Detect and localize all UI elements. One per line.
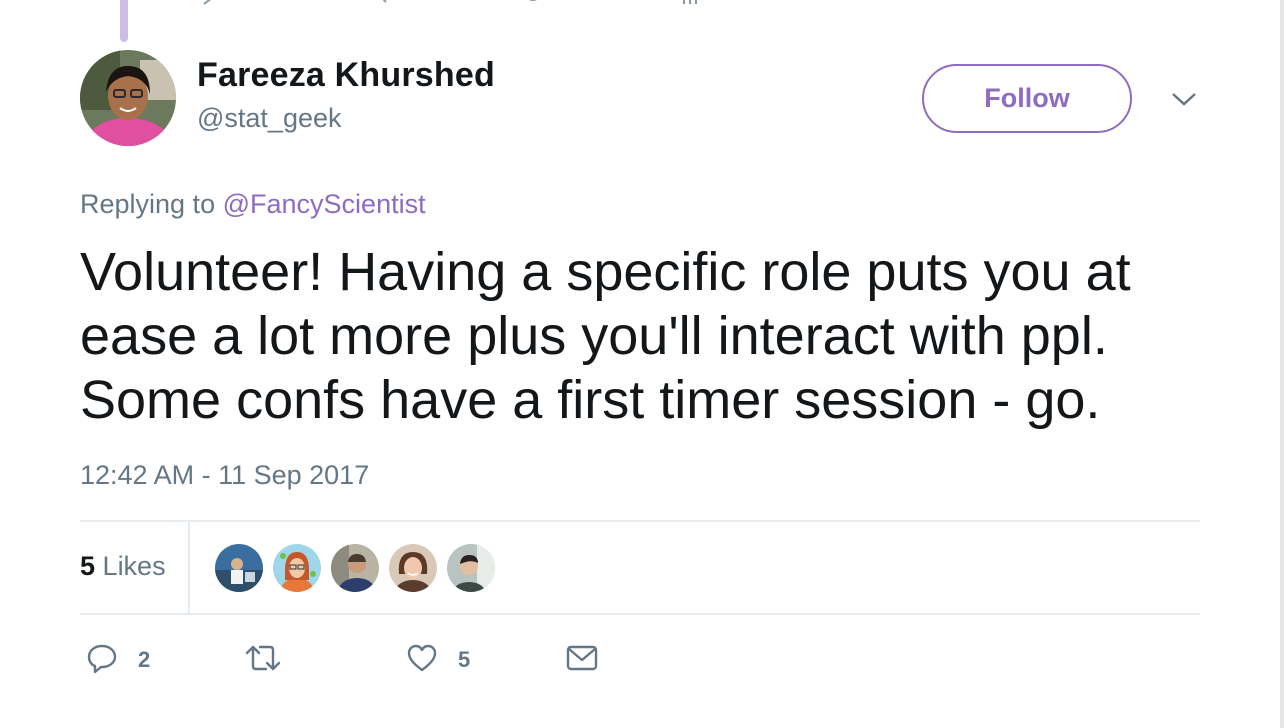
chevron-down-icon[interactable] [1170,88,1198,110]
stats-vertical-divider [188,521,190,614]
retweet-button[interactable] [244,642,302,678]
reply-count: 2 [138,647,151,672]
liker-avatar[interactable] [389,544,437,592]
author-handle[interactable]: @stat_geek [197,103,342,134]
liker-avatar[interactable] [273,544,321,592]
replying-to-line: Replying to @FancyScientist [80,189,426,220]
tweet-timestamp[interactable]: 12:42 AM - 11 Sep 2017 [80,460,369,491]
likes-count[interactable]: 5 Likes [80,551,166,582]
like-count: 5 [458,647,471,672]
tweet-text: Volunteer! Having a specific role puts y… [80,242,1131,430]
analytics-icon [680,0,700,13]
liker-avatar[interactable] [215,544,263,592]
like-button[interactable]: 5 [406,642,470,678]
reply-icon [200,0,224,13]
author-name[interactable]: Fareeza Khurshed [197,56,495,95]
heart-icon [406,642,438,679]
likes-label: Likes [102,551,166,581]
stats-top-divider [80,520,1200,522]
retweet-icon [360,0,392,13]
retweet-icon [244,642,282,679]
envelope-icon [566,642,598,679]
stats-bottom-divider [80,613,1200,615]
previous-tweet-actions [200,0,720,8]
replying-prefix: Replying to [80,189,216,219]
direct-message-button[interactable] [566,642,598,678]
replying-to-link[interactable]: @FancyScientist [223,189,426,219]
thread-connector-line [120,0,128,42]
liker-avatar[interactable] [447,544,495,592]
author-avatar[interactable] [80,50,176,146]
heart-icon [520,0,546,13]
liker-avatar[interactable] [331,544,379,592]
scrollbar[interactable] [1280,0,1284,728]
reply-button[interactable]: 2 [86,642,150,678]
follow-button[interactable]: Follow [922,64,1132,133]
reply-icon [86,642,118,679]
likes-number: 5 [80,551,96,581]
